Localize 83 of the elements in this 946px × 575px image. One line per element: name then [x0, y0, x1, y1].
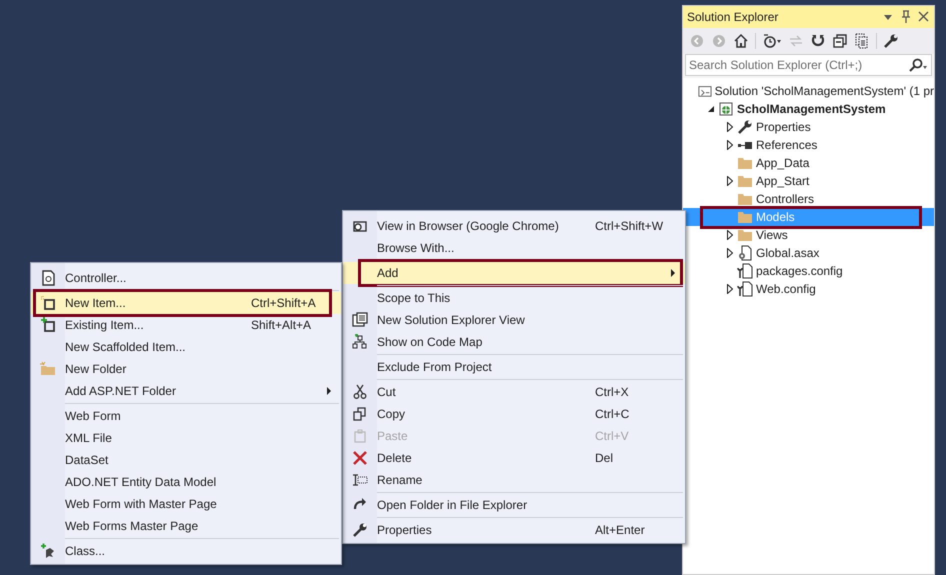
expanded-arrow-icon[interactable]: [707, 105, 715, 113]
menu-item[interactable]: Properties Alt+Enter: [343, 519, 685, 541]
menu-item[interactable]: Controller...: [31, 267, 341, 289]
tree-item[interactable]: packages.config: [683, 262, 934, 280]
shortcut-label: Shift+Alt+A: [251, 318, 312, 332]
tree-item[interactable]: Web.config: [683, 280, 934, 298]
show-all-files-icon[interactable]: [854, 33, 870, 49]
cross-icon: [352, 450, 368, 466]
search-field[interactable]: Search Solution Explorer (Ctrl+;): [685, 54, 932, 76]
folder-icon: [737, 155, 753, 171]
scissors-icon: [352, 384, 368, 400]
shortcut-label: Del: [595, 451, 614, 465]
menu-item[interactable]: Delete Del: [343, 447, 685, 469]
menu-item[interactable]: XML File: [31, 427, 341, 449]
refresh-icon[interactable]: [810, 33, 826, 49]
new-item-icon: [40, 295, 56, 311]
menu-item[interactable]: Add ASP.NET Folder: [31, 380, 341, 402]
home-icon[interactable]: [733, 33, 749, 49]
menu-item[interactable]: ADO.NET Entity Data Model: [31, 471, 341, 493]
menu-item[interactable]: Copy Ctrl+C: [343, 403, 685, 425]
windows-icon: [352, 312, 368, 328]
collapsed-arrow-icon[interactable]: [727, 230, 733, 240]
shortcut-label: Ctrl+Shift+A: [251, 296, 316, 310]
menu-item[interactable]: Show on Code Map: [343, 331, 685, 353]
tree-item[interactable]: ScholManagementSystem: [683, 100, 934, 118]
collapsed-arrow-icon[interactable]: [727, 122, 733, 132]
collapsed-arrow-icon[interactable]: [727, 176, 733, 186]
shortcut-label: Ctrl+Shift+W: [595, 219, 664, 233]
menu-item[interactable]: Web Forms Master Page: [31, 515, 341, 537]
collapse-all-icon[interactable]: [832, 33, 848, 49]
collapsed-arrow-icon[interactable]: [727, 140, 733, 150]
menu-item[interactable]: Browse With...: [343, 237, 685, 259]
folder-icon: [737, 209, 753, 225]
menu-item[interactable]: Web Form: [31, 405, 341, 427]
tree-item[interactable]: App_Start: [683, 172, 934, 190]
tree-item[interactable]: App_Data: [683, 154, 934, 172]
menu-item[interactable]: Exclude From Project: [343, 356, 685, 378]
class-icon: [40, 543, 56, 559]
tree-item[interactable]: Global.asax: [683, 244, 934, 262]
search-icon[interactable]: [908, 57, 928, 73]
menu-item[interactable]: New Folder: [31, 358, 341, 380]
tree-item[interactable]: References: [683, 136, 934, 154]
shortcut-label: Ctrl+C: [595, 407, 630, 421]
menu-item[interactable]: Scope to This: [343, 287, 685, 309]
menu-item[interactable]: View in Browser (Google Chrome) Ctrl+Shift+W: [343, 215, 685, 237]
wrench-icon: [352, 522, 368, 538]
globe-project-icon: [718, 101, 734, 117]
rename-icon: [352, 472, 368, 488]
collapsed-arrow-icon[interactable]: [727, 248, 733, 258]
menu-item[interactable]: New Scaffolded Item...: [31, 336, 341, 358]
menu-item[interactable]: New Item... Ctrl+Shift+A: [31, 292, 341, 314]
new-folder-icon: [40, 361, 56, 377]
shortcut-label: Ctrl+V: [595, 429, 629, 443]
config-file-icon: [737, 281, 753, 297]
gear-file-icon: [737, 245, 753, 261]
wrench-icon: [737, 119, 753, 135]
shortcut-label: Alt+Enter: [595, 523, 645, 537]
config-file-icon: [737, 263, 753, 279]
history-icon[interactable]: [762, 33, 782, 49]
menu-item[interactable]: Open Folder in File Explorer: [343, 494, 685, 516]
menu-item[interactable]: Existing Item... Shift+Alt+A: [31, 314, 341, 336]
solution-icon: [698, 83, 712, 99]
menu-item[interactable]: Cut Ctrl+X: [343, 381, 685, 403]
shortcut-label: Ctrl+X: [595, 385, 629, 399]
diagram-icon: [352, 334, 368, 350]
menu-item[interactable]: DataSet: [31, 449, 341, 471]
panel-title: Solution Explorer: [687, 10, 780, 24]
folder-icon: [737, 173, 753, 189]
tree-item[interactable]: Solution 'ScholManagementSystem' (1 pr: [683, 82, 934, 100]
clipboard-icon: [352, 428, 368, 444]
menu-item[interactable]: Web Form with Master Page: [31, 493, 341, 515]
collapsed-arrow-icon[interactable]: [727, 284, 733, 294]
document-icon: [40, 270, 56, 286]
menu-item[interactable]: Rename: [343, 469, 685, 491]
menu-item[interactable]: New Solution Explorer View: [343, 309, 685, 331]
tree-item[interactable]: Views: [683, 226, 934, 244]
menu-item[interactable]: Add: [343, 262, 685, 284]
wrench-icon[interactable]: [883, 33, 899, 49]
add-item-icon: [40, 317, 56, 333]
copy-icon: [352, 406, 368, 422]
tree-item[interactable]: Controllers: [683, 190, 934, 208]
menu-item[interactable]: Class...: [31, 540, 341, 562]
tree-item[interactable]: Properties: [683, 118, 934, 136]
